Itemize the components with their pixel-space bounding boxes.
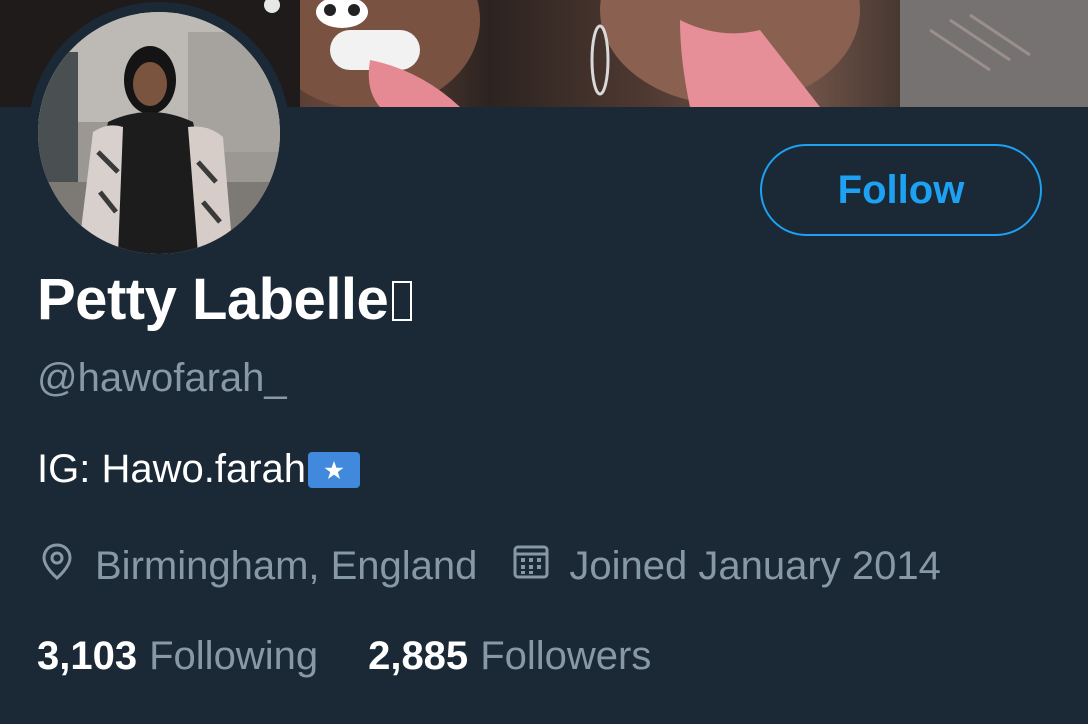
joined-text: Joined January 2014 [569, 543, 941, 588]
followers-stat[interactable]: 2,885 Followers [368, 634, 651, 679]
location-text: Birmingham, England [95, 543, 478, 588]
map-pin-icon [37, 541, 77, 591]
followers-label: Followers [480, 634, 652, 678]
profile-stats: 3,103 Following 2,885 Followers [37, 634, 651, 679]
display-name-text: Petty Labelle [37, 267, 389, 332]
somalia-flag-icon [308, 451, 361, 488]
bio: IG: Hawo.farah [37, 447, 361, 492]
avatar[interactable] [38, 12, 280, 254]
following-stat[interactable]: 3,103 Following [37, 634, 318, 679]
follow-button[interactable]: Follow [760, 144, 1042, 236]
joined-info: Joined January 2014 [511, 541, 941, 591]
follow-button-label: Follow [837, 167, 965, 212]
following-label: Following [149, 634, 319, 678]
bio-text: IG: Hawo.farah [37, 447, 307, 491]
user-handle: @hawofarah_ [37, 356, 287, 400]
followers-count: 2,885 [368, 634, 469, 678]
missing-glyph-icon [392, 281, 413, 321]
profile-page: Follow Petty Labelle @hawofarah_ IG: Haw… [0, 0, 1088, 724]
display-name: Petty Labelle [37, 266, 413, 333]
profile-meta: Birmingham, England Joined January 2014 [37, 540, 941, 592]
calendar-icon [511, 541, 551, 591]
following-count: 3,103 [37, 634, 138, 678]
